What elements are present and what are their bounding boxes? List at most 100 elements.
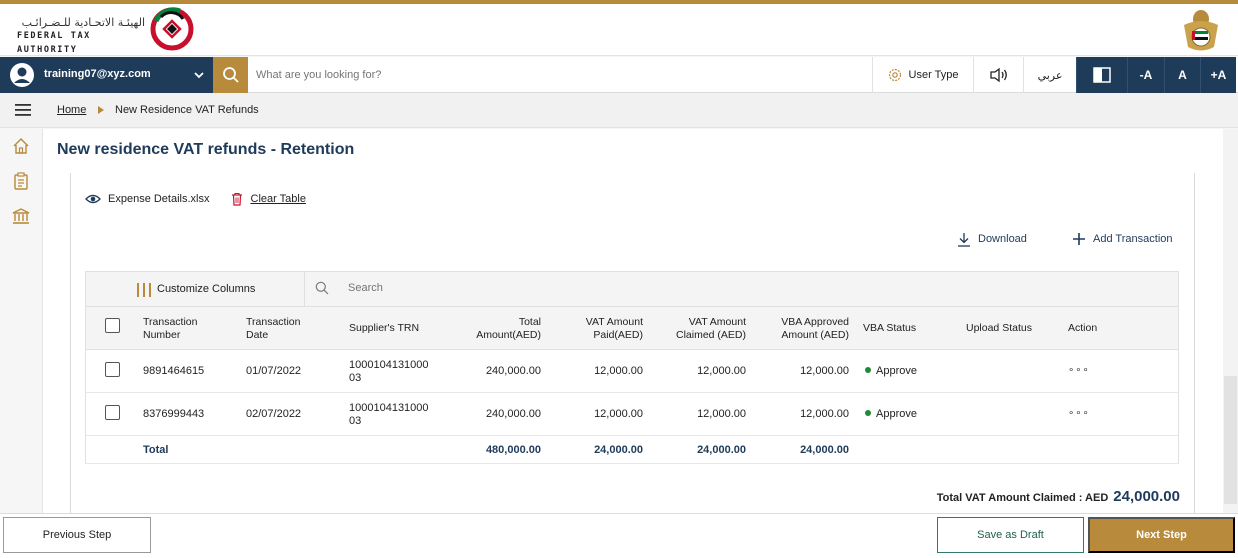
language-toggle[interactable]: عربي [1023,57,1076,93]
contrast-icon [1093,67,1111,83]
save-as-draft-button[interactable]: Save as Draft [937,517,1084,553]
footer-actions: Previous Step Save as Draft Next Step [0,513,1238,558]
uploaded-file-row: Expense Details.xlsx Clear Table [85,190,306,208]
user-avatar-icon [10,63,34,87]
breadcrumb-bar: Home New Residence VAT Refunds [0,93,1238,128]
user-menu[interactable]: training07@xyz.com [0,57,213,93]
row-actions-menu[interactable]: ∘∘∘ [1068,407,1090,420]
logo-arabic-text: الهيئـة الاتحـادية للـضـرائـب [21,16,145,29]
header-upload-status[interactable]: Upload Status [966,322,1032,335]
language-label: عربي [1037,69,1063,82]
trn-line: 03 [349,415,362,427]
total-vat-paid: 24,000.00 [594,444,643,456]
row-checkbox[interactable] [105,405,120,420]
table-row[interactable]: 9891464615 01/07/2022 1000104131000 03 2… [85,350,1179,393]
fta-logo-text[interactable]: الهيئـة الاتحـادية للـضـرائـب FEDERAL TA… [17,16,145,57]
add-transaction-label: Add Transaction [1093,233,1173,245]
cell-vba-status: Approve [865,408,917,421]
header-transaction-number[interactable]: Transaction Number [143,316,197,342]
cell-transaction-number: 8376999443 [143,408,205,420]
add-transaction-button[interactable]: Add Transaction [1072,231,1173,247]
header-vat-paid[interactable]: VAT Amount Paid(AED) [543,316,643,342]
font-increase-button[interactable]: +A [1200,57,1236,93]
clear-table-link[interactable]: Clear Table [251,193,306,205]
total-vat-claimed-summary: Total VAT Amount Claimed : AED 24,000.00 [880,488,1180,506]
row-actions-menu[interactable]: ∘∘∘ [1068,364,1090,377]
customize-columns-label: Customize Columns [157,283,256,295]
header-line: Amount (AED) [781,329,849,341]
table-header: Transaction Number Transaction Date Supp… [85,307,1179,350]
uae-emblem-icon [1184,10,1218,51]
hamburger-menu-icon[interactable] [15,103,31,117]
total-label: Total [143,444,169,456]
page-title: New residence VAT refunds - Retention [57,141,355,158]
side-nav [0,129,43,513]
status-text: Approve [876,365,917,377]
cell-total-amount: 240,000.00 [485,365,541,377]
top-toolbar: training07@xyz.com User Type عربي [0,57,1238,93]
contrast-toggle[interactable] [1076,57,1127,93]
file-name[interactable]: Expense Details.xlsx [108,193,210,205]
search-button[interactable] [213,57,248,93]
cell-supplier-trn: 1000104131000 03 [349,359,429,385]
previous-step-button[interactable]: Previous Step [3,517,151,553]
total-vat-claimed: 24,000.00 [697,444,746,456]
font-normal-button[interactable]: A [1164,57,1200,93]
summary-label: Total VAT Amount Claimed : AED [936,492,1109,504]
audio-button[interactable] [973,57,1023,93]
total-amount: 480,000.00 [485,444,541,456]
cell-total-amount: 240,000.00 [485,408,541,420]
header-line: Amount(AED) [476,329,541,341]
search-icon [223,67,239,83]
trn-line: 1000104131000 [349,359,429,371]
header-supplier-trn[interactable]: Supplier's TRN [349,322,419,335]
home-icon[interactable] [11,136,31,156]
bank-icon[interactable] [11,206,31,226]
cell-transaction-date: 02/07/2022 [246,408,302,420]
fta-logo-mark-icon[interactable] [150,7,194,51]
plus-icon [1073,233,1085,245]
table-search-input[interactable] [348,282,648,294]
trash-icon[interactable] [231,192,243,206]
next-step-button[interactable]: Next Step [1088,517,1235,553]
user-type-selector[interactable]: User Type [872,57,973,93]
eye-icon[interactable] [85,193,101,205]
header-vba-status[interactable]: VBA Status [863,322,916,335]
summary-value: 24,000.00 [1113,488,1180,505]
header-vat-claimed[interactable]: VAT Amount Claimed (AED) [646,316,746,342]
cell-vat-claimed: 12,000.00 [697,408,746,420]
status-text: Approve [876,408,917,420]
download-icon [958,232,970,247]
download-label: Download [978,233,1027,245]
cell-vat-paid: 12,000.00 [594,365,643,377]
cell-vat-paid: 12,000.00 [594,408,643,420]
status-dot-icon [865,410,871,416]
breadcrumb-home-link[interactable]: Home [57,104,86,116]
header-transaction-date[interactable]: Transaction Date [246,316,300,342]
clipboard-icon[interactable] [11,171,31,191]
download-button[interactable]: Download [957,231,1027,247]
breadcrumb-separator-icon [98,106,104,114]
gear-icon [888,68,901,82]
chevron-down-icon[interactable] [192,68,206,82]
header-line: VBA Approved [781,316,849,328]
table-toolbar: Customize Columns [85,271,1179,307]
cell-supplier-trn: 1000104131000 03 [349,402,429,428]
global-search-input[interactable] [256,63,856,87]
cell-vat-claimed: 12,000.00 [697,365,746,377]
select-all-checkbox[interactable] [105,318,120,333]
customize-columns-button[interactable]: Customize Columns [86,272,305,306]
header-total-amount[interactable]: Total Amount(AED) [441,316,541,342]
header-line: Transaction [246,316,301,328]
table-row[interactable]: 8376999443 02/07/2022 1000104131000 03 2… [85,393,1179,436]
status-dot-icon [865,367,871,373]
header-line: VAT Amount [688,316,746,328]
scrollbar-thumb[interactable] [1224,376,1237,504]
table-total-row: Total 480,000.00 24,000.00 24,000.00 24,… [85,436,1179,464]
font-decrease-button[interactable]: -A [1127,57,1164,93]
cell-vba-approved: 12,000.00 [800,365,849,377]
row-checkbox[interactable] [105,362,120,377]
cell-transaction-number: 9891464615 [143,365,205,377]
columns-icon [137,283,151,297]
header-vba-approved[interactable]: VBA Approved Amount (AED) [749,316,849,342]
